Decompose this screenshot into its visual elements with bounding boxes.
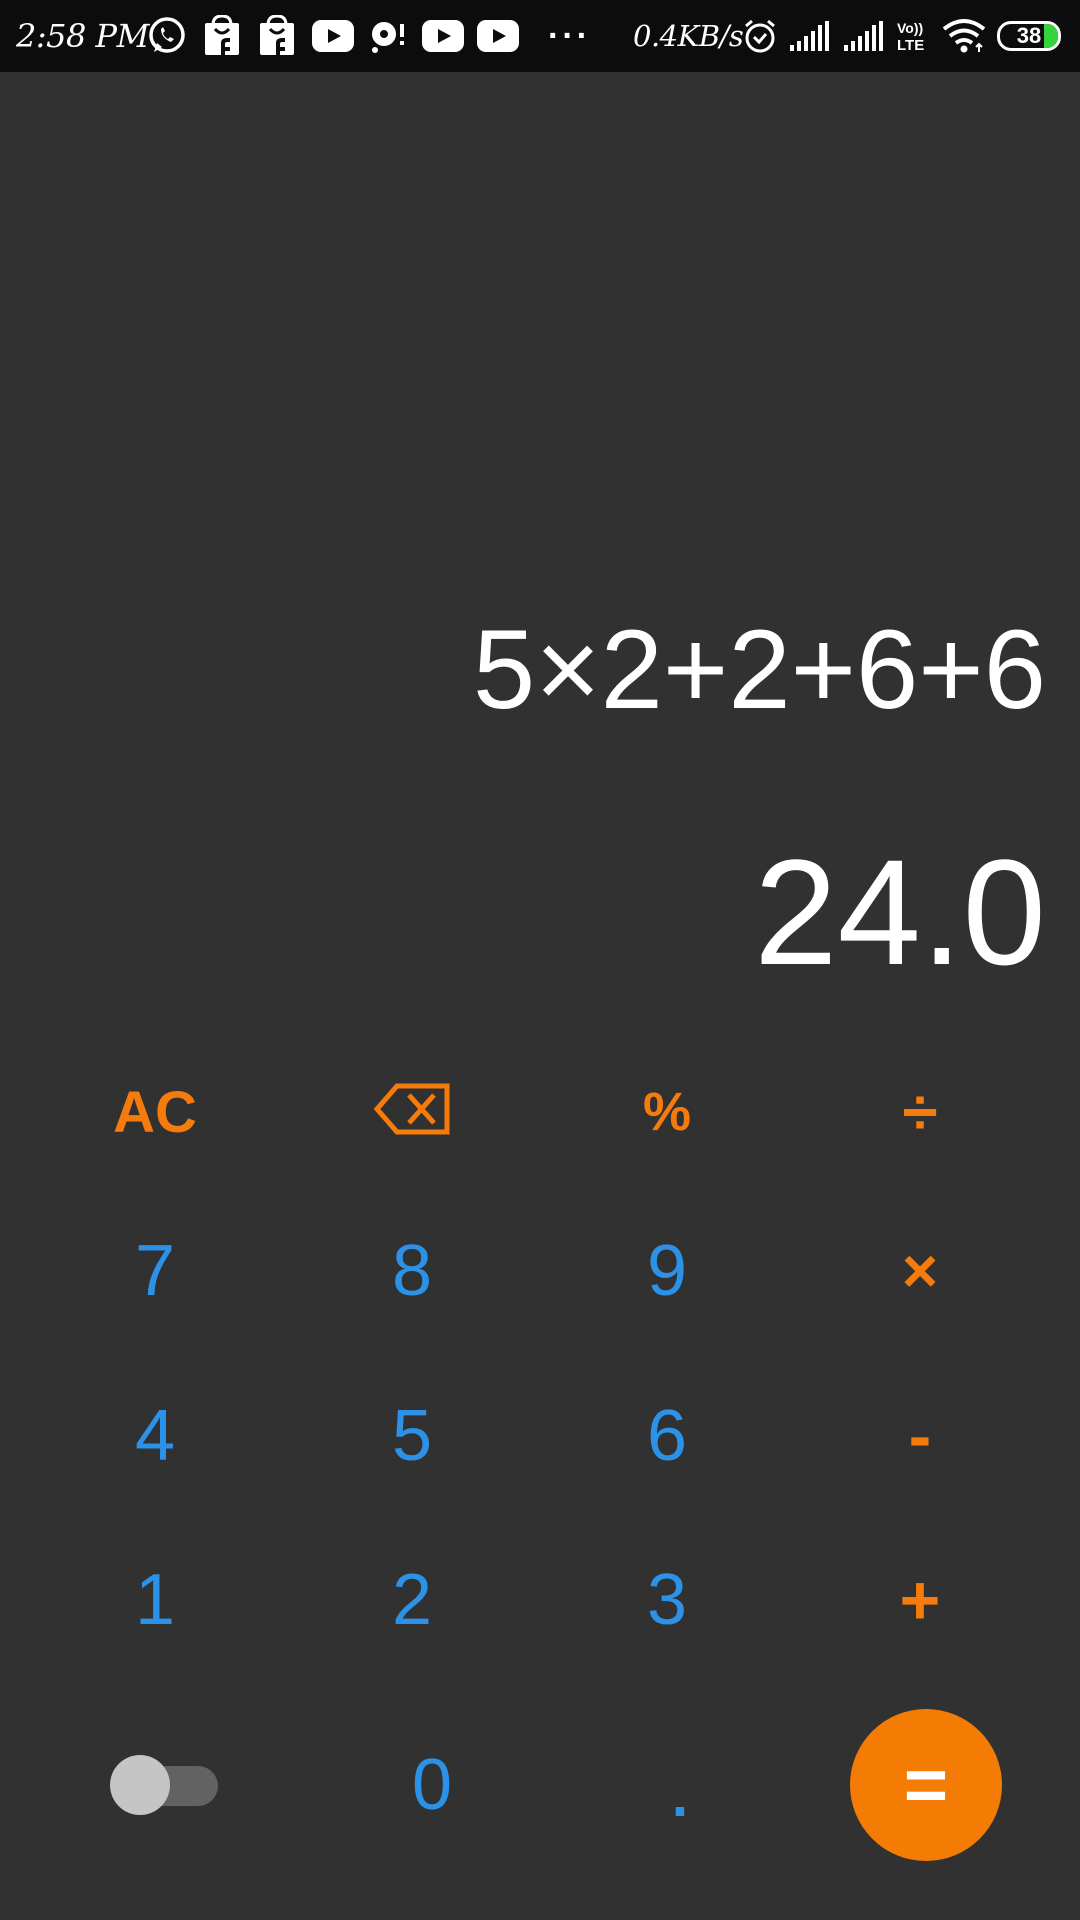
youtube-icon <box>422 0 464 72</box>
youtube-icon <box>312 0 354 72</box>
network-speed: 0.4KB/s <box>633 19 744 53</box>
backspace-button[interactable] <box>312 1047 512 1177</box>
toggle-thumb <box>110 1755 170 1815</box>
more-notifications-icon: ··· <box>548 16 591 55</box>
whatsapp-icon <box>147 0 187 72</box>
shopping-bag-icon <box>203 0 241 72</box>
digit-2-button[interactable]: 2 <box>312 1535 512 1665</box>
digit-9-button[interactable]: 9 <box>567 1206 767 1336</box>
equals-button[interactable]: = <box>850 1709 1002 1861</box>
shopping-bag-icon <box>258 0 296 72</box>
battery-level: 38 <box>1016 23 1042 48</box>
status-bar: 2:58 PM ··· 0.4KB/s Vo)) LTE 38 <box>0 0 1080 72</box>
svg-text:LTE: LTE <box>897 37 924 53</box>
decimal-button[interactable]: . <box>580 1730 780 1860</box>
add-button[interactable]: + <box>820 1535 1020 1665</box>
signal-icon <box>790 0 830 72</box>
battery-icon: 38 <box>997 21 1061 51</box>
signal-icon <box>844 0 884 72</box>
digit-6-button[interactable]: 6 <box>567 1371 767 1501</box>
multiply-button[interactable]: × <box>820 1206 1020 1336</box>
digit-0-button[interactable]: 0 <box>332 1720 532 1850</box>
clear-button[interactable]: AC <box>55 1047 255 1177</box>
notification-icon <box>367 0 407 72</box>
theme-toggle[interactable] <box>110 1754 220 1816</box>
digit-1-button[interactable]: 1 <box>55 1535 255 1665</box>
percent-button[interactable]: % <box>567 1047 767 1177</box>
digit-3-button[interactable]: 3 <box>567 1535 767 1665</box>
result-display: 24.0 <box>754 828 1046 996</box>
subtract-button[interactable]: - <box>820 1371 1020 1501</box>
youtube-icon <box>477 0 519 72</box>
wifi-icon <box>942 0 986 72</box>
digit-4-button[interactable]: 4 <box>55 1371 255 1501</box>
digit-7-button[interactable]: 7 <box>55 1206 255 1336</box>
volte-icon: Vo)) LTE <box>896 0 930 72</box>
svg-text:Vo)): Vo)) <box>897 20 923 36</box>
backspace-icon <box>373 1071 451 1153</box>
status-time: 2:58 PM <box>16 17 149 55</box>
divide-button[interactable]: ÷ <box>820 1047 1020 1177</box>
digit-5-button[interactable]: 5 <box>312 1371 512 1501</box>
expression-display: 5×2+2+6+6 <box>472 607 1046 732</box>
digit-8-button[interactable]: 8 <box>312 1206 512 1336</box>
alarm-icon <box>743 0 777 72</box>
